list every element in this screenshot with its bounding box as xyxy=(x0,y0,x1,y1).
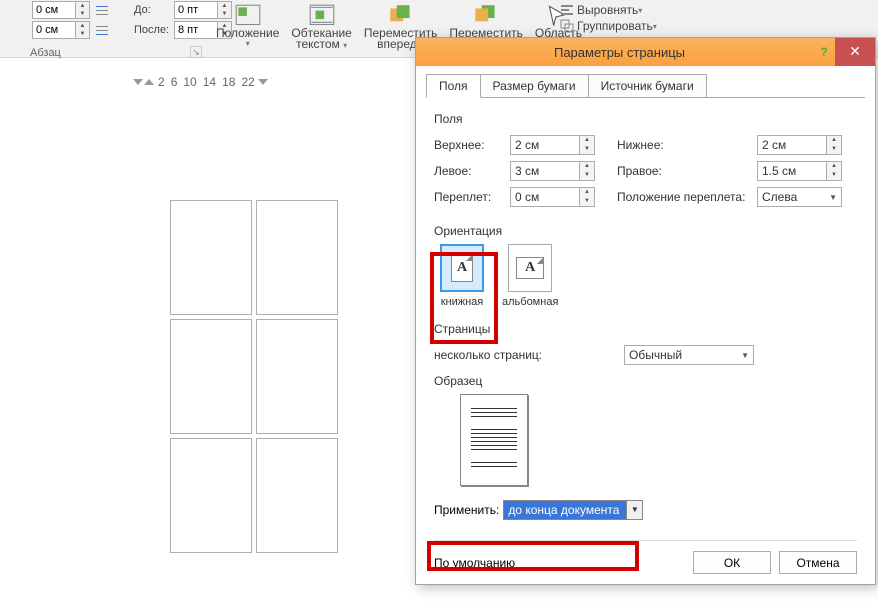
spacing-after-label: После: xyxy=(134,24,174,36)
indent-right-input[interactable]: 0 см xyxy=(32,21,76,39)
paragraph-spacing-group: 0 см ▲▼ 0 см ▲▼ До: 0 пт ▲▼ После: 8 пт … xyxy=(0,0,236,40)
margins-header: Поля xyxy=(434,112,857,126)
page-thumbnail[interactable] xyxy=(256,438,338,553)
page-thumbnail[interactable] xyxy=(256,319,338,434)
group-button[interactable]: Группировать ▾ xyxy=(560,18,657,34)
gutter-input[interactable]: 0 см xyxy=(510,187,580,207)
tab-fields[interactable]: Поля xyxy=(426,74,481,98)
page-thumbnail[interactable] xyxy=(170,200,252,315)
horizontal-ruler[interactable]: 2 6 10 14 18 22 xyxy=(133,74,253,90)
ruler-hanging-indent[interactable] xyxy=(144,79,154,85)
position-button[interactable]: Положение▾ xyxy=(210,0,285,51)
gutter-label: Переплет: xyxy=(434,190,510,204)
pages-header: Страницы xyxy=(434,322,857,336)
spacing-before-icon xyxy=(94,3,110,19)
gutter-spinner[interactable]: ▲▼ xyxy=(580,187,595,207)
page-preview xyxy=(460,394,528,486)
indent-left-spinner[interactable]: ▲▼ xyxy=(76,1,90,19)
document-page-grid xyxy=(170,200,338,553)
orientation-header: Ориентация xyxy=(434,224,857,238)
margin-bottom-input[interactable]: 2 см xyxy=(757,135,827,155)
page-thumbnail[interactable] xyxy=(170,438,252,553)
orientation-landscape[interactable]: A альбомная xyxy=(502,244,558,308)
apply-to-select[interactable]: до конца документа▼ xyxy=(503,500,643,520)
close-button[interactable]: ✕ xyxy=(835,38,875,66)
margin-bottom-label: Нижнее: xyxy=(617,138,757,152)
preview-header: Образец xyxy=(434,374,857,388)
margin-right-spinner[interactable]: ▲▼ xyxy=(827,161,842,181)
margin-left-input[interactable]: 3 см xyxy=(510,161,580,181)
text-wrap-button[interactable]: Обтеканиетекстом ▾ xyxy=(285,0,357,51)
ruler-first-line-indent[interactable] xyxy=(133,79,143,85)
page-thumbnail[interactable] xyxy=(256,200,338,315)
multi-pages-label: несколько страниц: xyxy=(434,348,564,362)
margin-right-input[interactable]: 1.5 см xyxy=(757,161,827,181)
margin-right-label: Правое: xyxy=(617,164,757,178)
margin-top-spinner[interactable]: ▲▼ xyxy=(580,135,595,155)
align-button[interactable]: Выровнять ▾ xyxy=(560,2,657,18)
dialog-title: Параметры страницы xyxy=(426,45,813,60)
page-setup-dialog: Параметры страницы ? ✕ Поля Размер бумаг… xyxy=(415,37,876,585)
margin-left-label: Левое: xyxy=(434,164,510,178)
set-default-button[interactable]: По умолчанию xyxy=(434,556,515,570)
margin-bottom-spinner[interactable]: ▲▼ xyxy=(827,135,842,155)
paragraph-dialog-launcher[interactable]: ↘ xyxy=(190,46,202,58)
ruler-right-indent[interactable] xyxy=(258,79,268,85)
paragraph-group-label: Абзац xyxy=(30,47,61,59)
orientation-portrait[interactable]: A книжная xyxy=(440,244,484,308)
tab-paper-size[interactable]: Размер бумаги xyxy=(480,74,589,98)
multi-pages-select[interactable]: Обычный▼ xyxy=(624,345,754,365)
margin-top-label: Верхнее: xyxy=(434,138,510,152)
ok-button[interactable]: ОК xyxy=(693,551,771,574)
spacing-after-icon xyxy=(94,23,110,39)
dialog-titlebar[interactable]: Параметры страницы ? ✕ xyxy=(416,38,875,66)
help-button[interactable]: ? xyxy=(813,45,835,59)
cancel-button[interactable]: Отмена xyxy=(779,551,857,574)
gutter-position-label: Положение переплета: xyxy=(617,190,757,204)
margin-top-input[interactable]: 2 см xyxy=(510,135,580,155)
margin-left-spinner[interactable]: ▲▼ xyxy=(580,161,595,181)
spacing-before-label: До: xyxy=(134,4,174,16)
indent-right-spinner[interactable]: ▲▼ xyxy=(76,21,90,39)
gutter-position-select[interactable]: Слева▼ xyxy=(757,187,842,207)
page-thumbnail[interactable] xyxy=(170,319,252,434)
tab-paper-source[interactable]: Источник бумаги xyxy=(588,74,707,98)
apply-to-label: Применить: xyxy=(434,503,499,517)
indent-left-input[interactable]: 0 см xyxy=(32,1,76,19)
